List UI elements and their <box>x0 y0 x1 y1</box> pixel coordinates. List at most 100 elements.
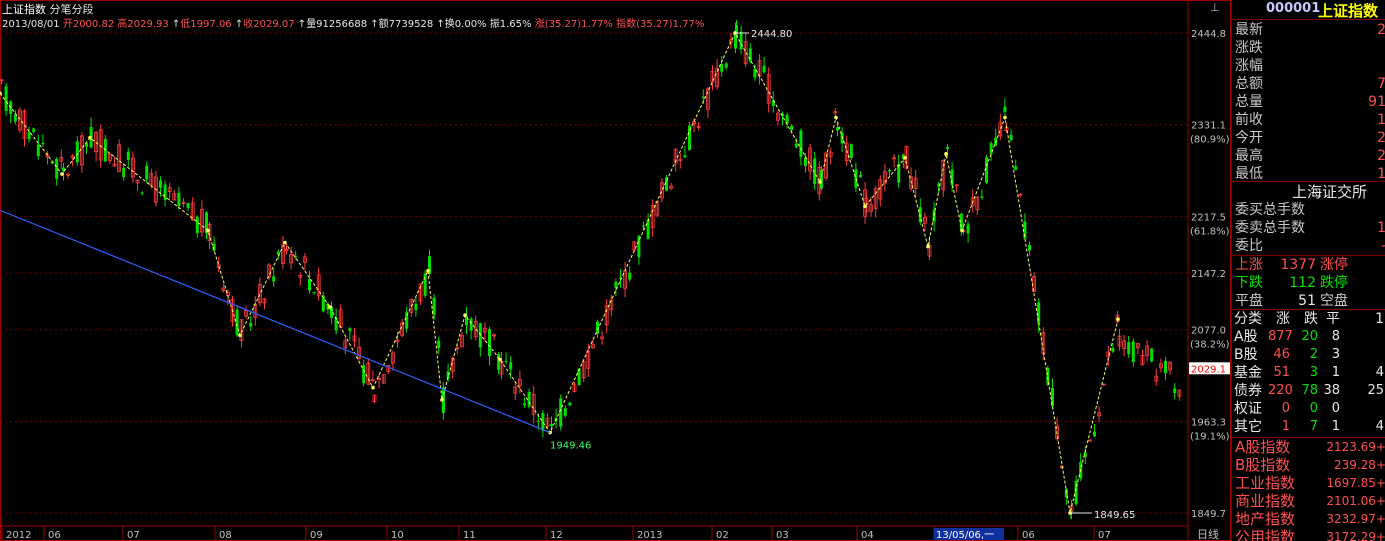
quote-label: 总量 <box>1235 94 1263 110</box>
index-value: 239.28+ <box>1333 458 1385 472</box>
bar-index-change: 指数(35.27)1.77% <box>616 19 705 30</box>
zigzag-pivot <box>498 357 502 362</box>
quote-row: 前收 1 <box>1232 111 1385 129</box>
zigzag-pivot <box>238 333 242 338</box>
bar-date: 2013/08/01 <box>2 19 60 30</box>
candle-body-down <box>32 128 36 132</box>
y-tick-pct: (61.8%) <box>1190 226 1230 237</box>
candle-body-down <box>423 273 427 296</box>
bar-turnover: 换0.00% <box>444 19 487 30</box>
quote-label: 前收 <box>1235 112 1263 128</box>
candle-body-down <box>469 318 473 331</box>
bar-low: 低1997.06 <box>180 19 232 30</box>
zigzag-pivot <box>818 180 822 184</box>
index-name: 公用指数 <box>1235 528 1296 541</box>
category-row: 债券 220 78 38 25 <box>1232 382 1385 400</box>
category-name: A股 <box>1234 329 1258 345</box>
zigzag-pivot <box>863 204 867 209</box>
candle-body-down <box>1003 106 1007 112</box>
quote-panel: 000001 上证指数 最新2涨跌涨幅总额7总量91前收1今开2最高2最低1 上… <box>1231 0 1385 541</box>
candle-body-down <box>799 130 803 157</box>
commission-value: - <box>1381 237 1385 255</box>
commission-value: 1 <box>1377 219 1385 237</box>
y-tick-label: 1963.3 <box>1191 417 1226 428</box>
breadth-value: 1377 <box>1280 257 1316 273</box>
exchange-name: 上海证交所 <box>1292 183 1368 201</box>
current-price-label: 2029.1 <box>1191 364 1226 375</box>
candle-body-down <box>724 63 728 68</box>
category-up: 51 <box>1273 365 1290 380</box>
index-value: 1697.85+ <box>1326 476 1385 490</box>
quote-row: 涨幅 <box>1232 57 1385 75</box>
quote-row: 总额 7 <box>1232 75 1385 93</box>
candle-body-down <box>1131 341 1135 363</box>
y-tick-pct: (19.1%) <box>1190 431 1230 442</box>
category-header-cell: 平 <box>1326 311 1340 327</box>
candle-body-down <box>748 48 752 62</box>
breadth-label2: 涨停 <box>1320 257 1348 273</box>
candle-body-down <box>536 420 540 422</box>
index-name: A股指数 <box>1235 438 1291 456</box>
candle-body-down <box>790 125 794 131</box>
candle-body-down <box>739 31 743 50</box>
quote-value: 2 <box>1377 129 1385 147</box>
quote-label: 涨幅 <box>1235 58 1263 74</box>
candle-body-down <box>163 184 167 200</box>
candle-body-down <box>126 151 130 160</box>
candle-body-down <box>794 143 798 148</box>
bar-high: 高2029.93 <box>117 19 169 30</box>
zigzag-pivot <box>206 228 210 233</box>
bar-volume: 量91256688 <box>306 19 368 30</box>
zigzag-pivot <box>1003 115 1007 120</box>
category-up: 877 <box>1268 329 1293 344</box>
candle-body-down <box>523 403 526 406</box>
candle-body-down <box>1093 431 1096 437</box>
candle-body-down <box>1164 360 1167 374</box>
x-tick-label: 02 <box>716 530 729 541</box>
x-tick-label: 07 <box>1098 530 1111 541</box>
category-flat: 1 <box>1331 365 1340 380</box>
y-tick-label: 2331.1 <box>1191 121 1226 132</box>
candlestick-chart[interactable]: 2444.8 2331.1 (80.9%) 2217.5 (61.8%) 2147.2 20… <box>0 0 1231 541</box>
category-name: 债券 <box>1234 383 1262 399</box>
candle-body-down <box>577 368 581 385</box>
kline-chart-area[interactable]: 2444.8 2331.1 (80.9%) 2217.5 (61.8%) 2147.2 20… <box>0 0 1231 541</box>
y-tick-label: 2147.2 <box>1191 269 1226 280</box>
candle-body-down <box>1111 348 1115 352</box>
commission-label: 委卖总手数 <box>1235 220 1305 236</box>
candle-body-down <box>177 192 181 207</box>
candle-body-down <box>122 167 126 178</box>
index-value: 2101.06+ <box>1326 494 1385 508</box>
category-header-cell: 涨 <box>1276 311 1290 327</box>
security-code: 000001 <box>1266 1 1321 16</box>
candle-body-down <box>362 365 366 384</box>
candle-body-down <box>432 297 436 315</box>
category-header-cell: 跌 <box>1304 311 1318 327</box>
zigzag-pivot <box>463 313 467 317</box>
index-row: A股指数 2123.69+ <box>1232 438 1385 456</box>
y-tick-label: 2444.8 <box>1191 29 1226 40</box>
zigzag-pivot <box>834 115 838 120</box>
zigzag-pivot <box>328 305 332 309</box>
breadth-row: 上涨 1377 涨停 <box>1232 256 1385 274</box>
period-label: 日线 <box>1197 527 1219 541</box>
quote-value: 2 <box>1377 147 1385 165</box>
index-value: 2123.69+ <box>1326 440 1385 454</box>
commission-row: 委买总手数 <box>1232 201 1385 219</box>
zigzag-pivot <box>283 240 287 245</box>
category-down: 2 <box>1309 347 1318 362</box>
category-extra: 4 <box>1375 365 1384 380</box>
ohlc-info-bar: 2013/08/01 开2000.82 高2029.93 ↑低1997.06 ↑… <box>2 19 705 30</box>
category-flat: 1 <box>1331 419 1340 434</box>
quote-label: 最高 <box>1235 148 1263 164</box>
candle-body-down <box>4 86 8 111</box>
security-name: 上证指数 <box>1318 2 1379 20</box>
candle-body-down <box>509 362 513 370</box>
quote-value: 2 <box>1377 21 1385 39</box>
zigzag-pivot <box>60 172 64 176</box>
pin-icon[interactable]: ⊥ <box>1210 1 1220 14</box>
zigzag-pivot <box>903 156 907 160</box>
category-flat: 38 <box>1323 383 1340 398</box>
index-row: 地产指数 3232.97+ <box>1232 510 1385 528</box>
candle-body-down <box>946 147 949 150</box>
